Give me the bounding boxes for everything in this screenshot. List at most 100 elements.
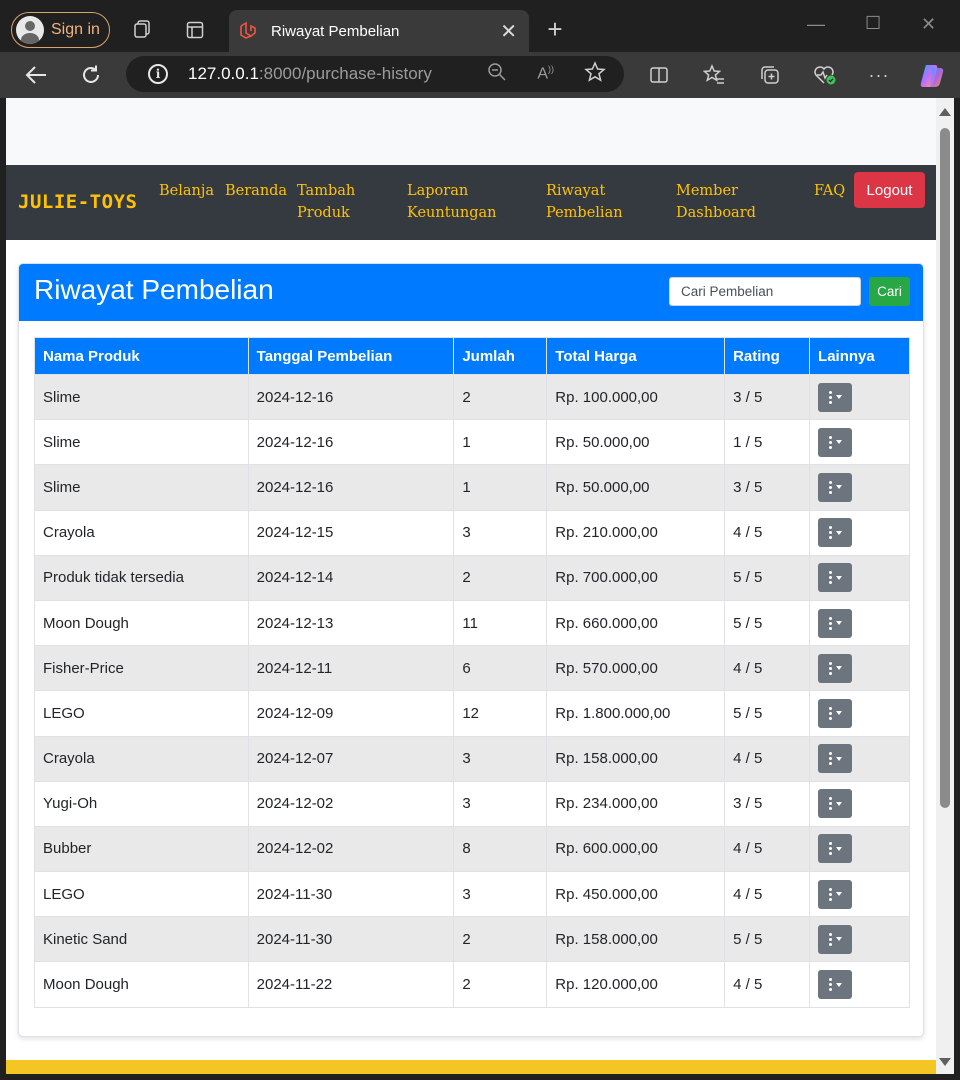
nav-link-line: Produk	[297, 205, 350, 221]
close-window-icon[interactable]: ✕	[921, 14, 936, 35]
caret-down-icon	[835, 666, 842, 671]
cell-product: Slime	[34, 373, 249, 421]
cell-more	[809, 373, 910, 421]
minimize-icon[interactable]: —	[807, 14, 825, 35]
tab-riwayat-pembelian[interactable]: Riwayat Pembelian ✕	[229, 10, 529, 52]
row-actions-dropdown-button[interactable]	[818, 744, 853, 774]
scroll-up-icon[interactable]	[939, 108, 951, 116]
sign-in-label: Sign in	[51, 21, 100, 38]
maximize-icon[interactable]: ☐	[865, 13, 881, 34]
logout-button[interactable]: Logout	[854, 172, 925, 208]
vertical-ellipsis-icon	[828, 571, 832, 585]
search-input[interactable]	[669, 277, 861, 306]
cell-more	[809, 871, 910, 918]
column-header-more: Lainnya	[809, 337, 910, 375]
row-actions-dropdown-button[interactable]	[818, 563, 853, 593]
nav-link-member-dashboard[interactable]: Member Dashboard	[676, 180, 756, 224]
cell-product: LEGO	[34, 690, 249, 737]
nav-link-riwayat-pembelian[interactable]: Riwayat Pembelian	[546, 180, 623, 224]
cell-more	[809, 509, 910, 556]
close-tab-icon[interactable]: ✕	[500, 19, 517, 44]
sign-in-button[interactable]: Sign in	[11, 12, 110, 48]
caret-down-icon	[835, 892, 842, 897]
row-actions-dropdown-button[interactable]	[818, 834, 853, 864]
scrollbar-thumb[interactable]	[940, 128, 950, 808]
cell-qty: 1	[453, 419, 548, 466]
read-aloud-icon[interactable]: A))	[537, 64, 554, 83]
profile-avatar-icon	[16, 16, 44, 44]
table-row: LEGO 2024-12-09 12 Rp. 1.800.000,00 5 / 5	[34, 690, 910, 737]
brand-logo[interactable]: JULIE-TOYS	[18, 191, 137, 213]
caret-down-icon	[835, 711, 842, 716]
row-actions-dropdown-button[interactable]	[818, 608, 853, 638]
nav-link-line: Beranda	[225, 183, 288, 199]
top-spacer	[6, 98, 936, 165]
tab-actions-icon[interactable]	[185, 20, 205, 40]
row-actions-dropdown-button[interactable]	[818, 518, 853, 548]
refresh-icon[interactable]	[80, 64, 102, 86]
zoom-out-icon[interactable]	[487, 62, 507, 87]
row-actions-dropdown-button[interactable]	[818, 472, 853, 502]
cell-date: 2024-12-02	[247, 780, 455, 827]
table-row: Fisher-Price 2024-12-11 6 Rp. 570.000,00 4 /…	[34, 645, 910, 692]
cell-rating: 5 / 5	[724, 599, 811, 647]
row-actions-dropdown-button[interactable]	[818, 653, 853, 683]
row-actions-dropdown-button[interactable]	[818, 789, 853, 819]
nav-link-faq[interactable]: FAQ	[814, 180, 845, 202]
nav-link-beranda[interactable]: Beranda	[225, 180, 287, 202]
cell-more	[809, 599, 910, 647]
favorites-icon[interactable]	[703, 64, 725, 86]
nav-link-laporan-keuntungan[interactable]: Laporan Keuntungan	[407, 180, 496, 224]
caret-down-icon	[835, 801, 842, 806]
cell-product: Crayola	[34, 509, 249, 556]
cell-product: Crayola	[34, 735, 249, 782]
vertical-ellipsis-icon	[828, 390, 832, 404]
scroll-down-icon[interactable]	[939, 1058, 951, 1066]
cell-qty: 2	[453, 916, 548, 963]
workspaces-icon[interactable]	[131, 18, 153, 40]
back-icon[interactable]	[24, 64, 48, 86]
copilot-icon[interactable]	[918, 62, 946, 90]
new-tab-icon[interactable]: +	[543, 14, 567, 44]
cell-rating: 4 / 5	[724, 645, 811, 692]
table-row: Produk tidak tersedia 2024-12-14 2 Rp. 700.…	[34, 554, 910, 601]
more-options-icon[interactable]: ···	[868, 64, 890, 86]
row-actions-dropdown-button[interactable]	[818, 427, 853, 457]
cell-more	[809, 916, 910, 963]
cell-product: LEGO	[34, 871, 249, 918]
caret-down-icon	[835, 756, 842, 761]
cell-product: Slime	[34, 419, 249, 466]
table-row: Moon Dough 2024-12-13 11 Rp. 660.000,00 5 / …	[34, 599, 910, 647]
row-actions-dropdown-button[interactable]	[818, 879, 853, 909]
collections-icon[interactable]	[759, 64, 781, 86]
cell-rating: 5 / 5	[724, 690, 811, 737]
page-scrollbar[interactable]	[936, 98, 954, 1074]
cell-date: 2024-12-07	[247, 735, 455, 782]
favorite-star-icon[interactable]	[584, 60, 606, 88]
cell-more	[809, 961, 910, 1008]
row-actions-dropdown-button[interactable]	[818, 382, 853, 412]
row-actions-dropdown-button[interactable]	[818, 924, 853, 954]
vertical-ellipsis-icon	[828, 752, 832, 766]
nav-link-line: Pembelian	[546, 205, 623, 221]
column-header-total: Total Harga	[546, 337, 726, 375]
browser-essentials-icon[interactable]	[813, 64, 837, 86]
cell-qty: 6	[453, 645, 548, 692]
url-bar[interactable]: i 127.0.0.1:8000/purchase-history A))	[126, 56, 624, 92]
column-header-qty: Jumlah	[453, 337, 548, 375]
split-screen-icon[interactable]	[648, 64, 670, 86]
nav-link-line: Tambah	[297, 183, 356, 199]
nav-link-tambah-produk[interactable]: Tambah Produk	[297, 180, 355, 224]
search-button[interactable]: Cari	[869, 277, 910, 306]
vertical-ellipsis-icon	[828, 480, 832, 494]
row-actions-dropdown-button[interactable]	[818, 698, 853, 728]
row-actions-dropdown-button[interactable]	[818, 970, 853, 1000]
cell-rating: 4 / 5	[724, 735, 811, 782]
cell-qty: 8	[453, 825, 548, 873]
nav-link-belanja[interactable]: Belanja	[159, 180, 214, 202]
cell-rating: 3 / 5	[724, 464, 811, 511]
cell-date: 2024-11-22	[247, 961, 455, 1008]
cell-more	[809, 554, 910, 601]
cell-date: 2024-12-11	[247, 645, 455, 692]
site-info-icon[interactable]: i	[148, 64, 168, 84]
